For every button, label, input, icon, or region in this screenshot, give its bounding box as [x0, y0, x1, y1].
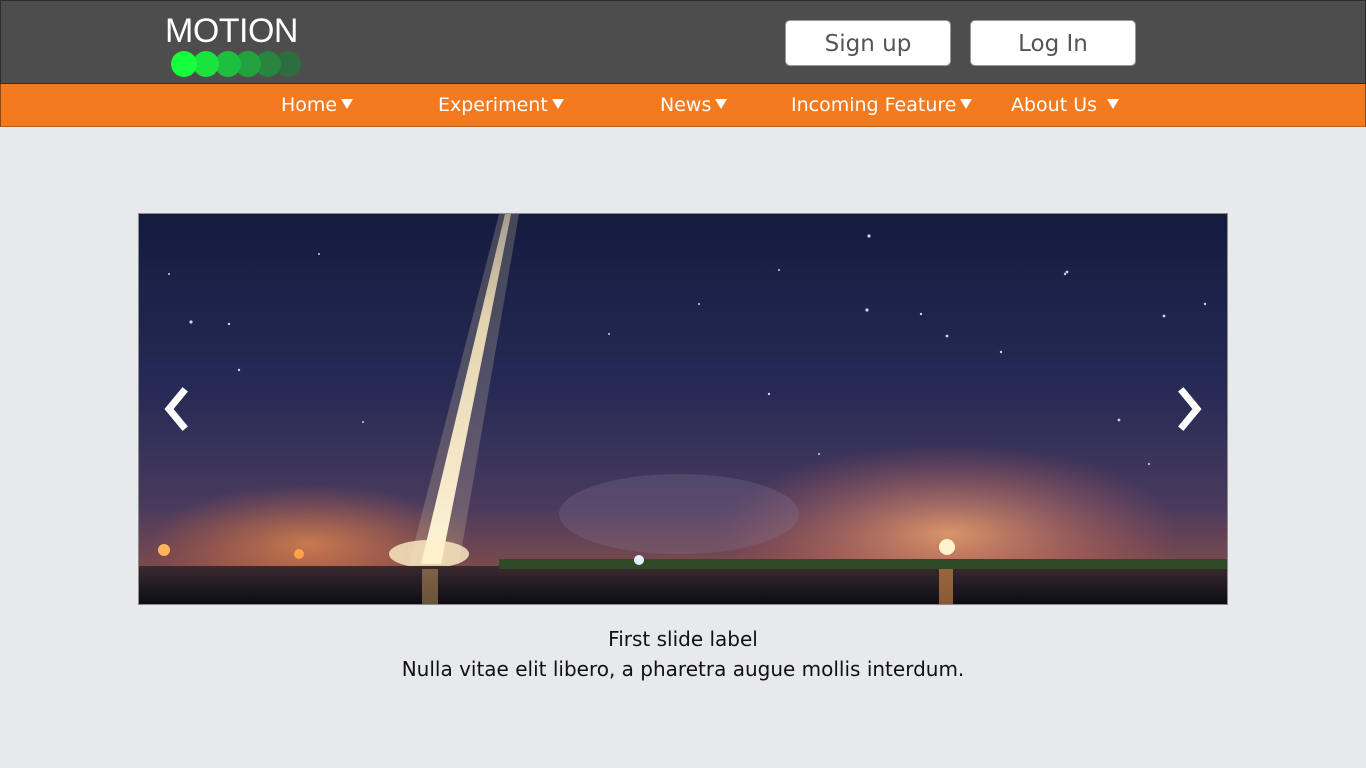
caret-down-icon	[551, 98, 564, 109]
top-header: MOTION Sign up Log In	[0, 0, 1366, 84]
rocket-launch-photo	[139, 214, 1227, 604]
slide-caption-text: Nulla vitae elit libero, a pharetra augu…	[401, 657, 965, 681]
nav-item-home[interactable]: Home	[281, 84, 354, 127]
caret-down-icon	[341, 98, 354, 109]
nav-item-label: Experiment	[438, 94, 548, 116]
slide-caption-title: First slide label	[608, 627, 758, 651]
slide-caption: First slide label Nulla vitae elit liber…	[0, 624, 1366, 684]
brand-dot	[171, 51, 197, 77]
sign-up-button[interactable]: Sign up	[785, 20, 951, 66]
nav-item-experiment[interactable]: Experiment	[438, 84, 564, 127]
caret-down-icon	[715, 98, 728, 109]
brand-logo[interactable]: MOTION	[165, 13, 305, 79]
nav-item-incoming-feature[interactable]: Incoming Feature	[791, 84, 973, 127]
image-carousel	[138, 213, 1228, 605]
main-nav: Home Experiment News Incoming Feature Ab…	[0, 84, 1366, 127]
nav-item-about-us[interactable]: About Us	[1011, 84, 1120, 127]
log-in-button[interactable]: Log In	[970, 20, 1136, 66]
carousel-next-button[interactable]	[1163, 374, 1223, 444]
caret-down-icon	[960, 98, 973, 109]
chevron-left-icon	[164, 387, 188, 431]
nav-item-label: Home	[281, 94, 338, 116]
nav-item-news[interactable]: News	[660, 84, 728, 127]
brand-dots-icon	[171, 51, 301, 77]
caret-down-icon	[1107, 98, 1120, 109]
carousel-prev-button[interactable]	[143, 374, 203, 444]
nav-item-label: Incoming Feature	[791, 94, 957, 116]
nav-item-label: News	[660, 94, 712, 116]
chevron-right-icon	[1178, 387, 1202, 431]
nav-item-label: About Us	[1011, 94, 1098, 116]
brand-name: MOTION	[165, 12, 298, 50]
